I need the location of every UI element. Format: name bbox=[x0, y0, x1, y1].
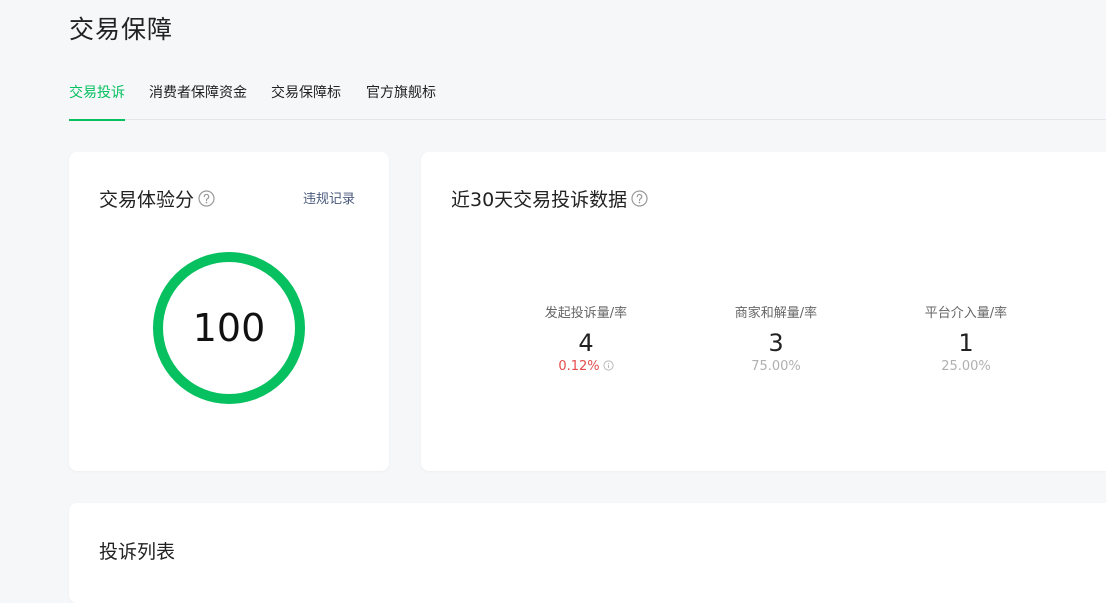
info-icon[interactable] bbox=[603, 360, 614, 371]
stat-value: 3 bbox=[768, 329, 784, 357]
complaint-data-title: 近30天交易投诉数据 bbox=[451, 189, 628, 211]
tab-bar: 交易投诉 消费者保障资金 交易保障标 官方旗舰标 bbox=[69, 83, 1106, 121]
tab-official-flagship-badge[interactable]: 官方旗舰标 bbox=[366, 83, 436, 120]
experience-score-value: 100 bbox=[192, 306, 266, 350]
complaint-data-card: 近30天交易投诉数据 发起投诉量/率 4 0.12% 商家和解量/率 3 75.… bbox=[421, 152, 1106, 471]
stat-label: 平台介入量/率 bbox=[924, 306, 1008, 321]
tab-consumer-protection-fund[interactable]: 消费者保障资金 bbox=[149, 83, 247, 120]
stat-value: 4 bbox=[578, 329, 594, 357]
complaint-data-title-row: 近30天交易投诉数据 bbox=[451, 185, 648, 212]
stat-label: 发起投诉量/率 bbox=[544, 306, 628, 321]
experience-score-title-row: 交易体验分 bbox=[99, 185, 215, 212]
complaint-list-card: 投诉列表 bbox=[69, 503, 1106, 603]
stat-rate: 75.00% bbox=[751, 359, 801, 374]
help-icon[interactable] bbox=[631, 190, 648, 207]
stat-rate: 0.12% bbox=[558, 359, 600, 374]
violation-records-link[interactable]: 违规记录 bbox=[303, 188, 355, 207]
stat-label: 商家和解量/率 bbox=[734, 306, 818, 321]
complaint-list-title: 投诉列表 bbox=[99, 541, 176, 563]
stat-rate-row: 0.12% bbox=[506, 359, 666, 374]
help-icon[interactable] bbox=[198, 190, 215, 207]
tab-trade-guarantee-badge[interactable]: 交易保障标 bbox=[271, 83, 341, 120]
page-title: 交易保障 bbox=[69, 15, 174, 44]
stat-rate: 25.00% bbox=[941, 359, 991, 374]
stat-merchant-settled: 商家和解量/率 3 75.00% bbox=[696, 302, 856, 374]
experience-score-title: 交易体验分 bbox=[99, 189, 195, 211]
stat-complaints-initiated: 发起投诉量/率 4 0.12% bbox=[506, 302, 666, 374]
stat-platform-intervened: 平台介入量/率 1 25.00% bbox=[886, 302, 1046, 374]
tab-complaints[interactable]: 交易投诉 bbox=[69, 83, 125, 121]
experience-score-card: 交易体验分 违规记录 100 bbox=[69, 152, 389, 471]
stat-value: 1 bbox=[958, 329, 974, 357]
